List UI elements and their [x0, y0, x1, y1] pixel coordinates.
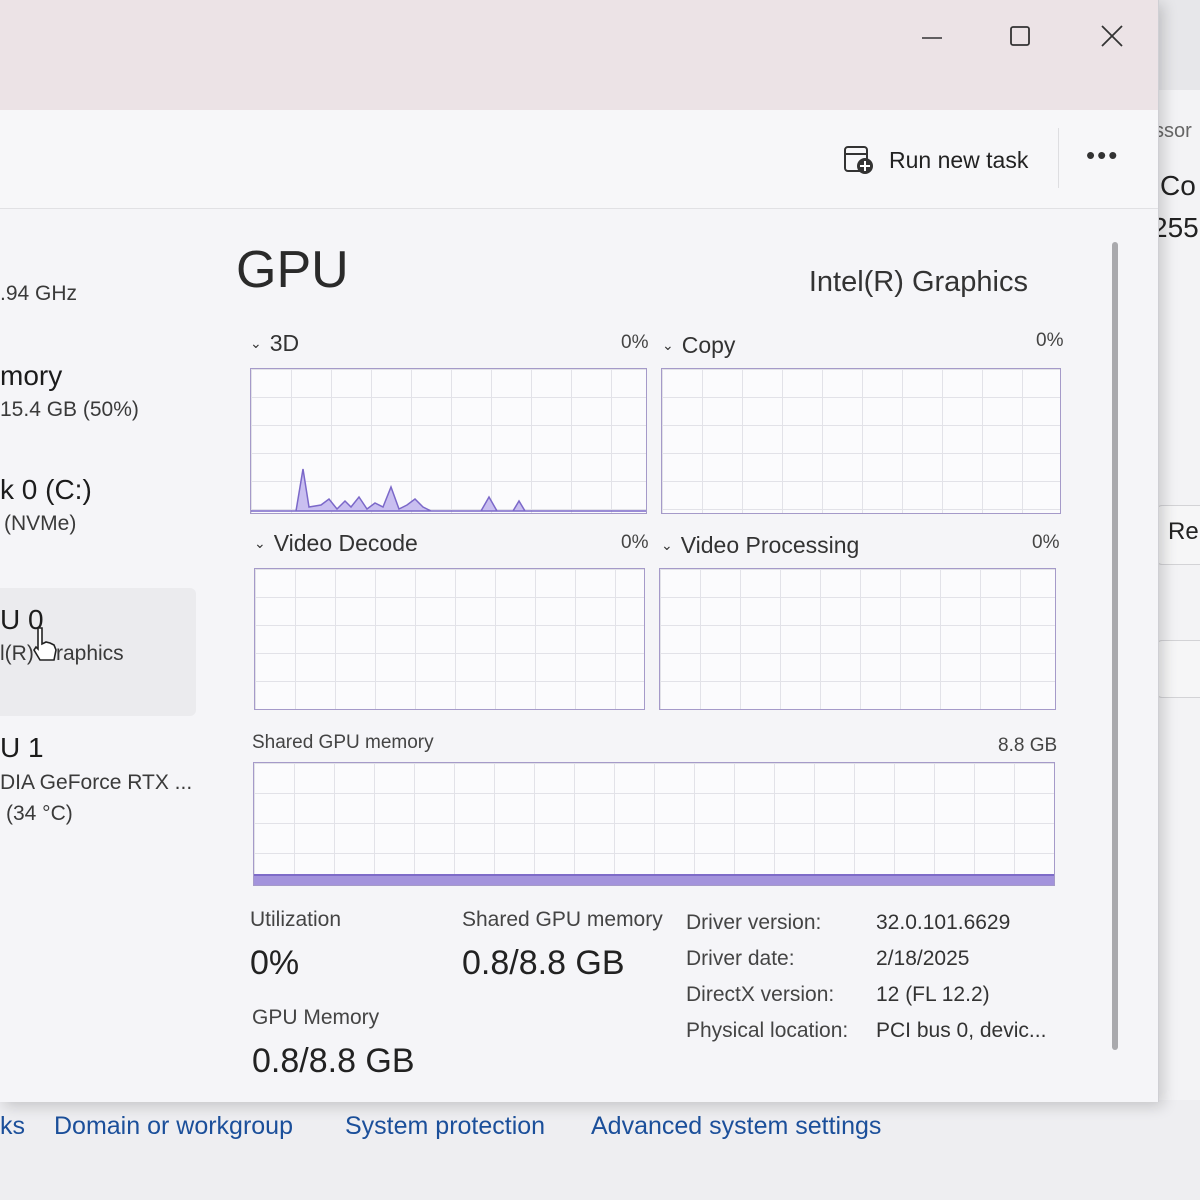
engine-percent-video-processing: 0% — [1032, 532, 1060, 553]
engine-label-copy: Copy — [681, 332, 736, 358]
close-icon — [1101, 25, 1123, 47]
minimize-button[interactable] — [912, 18, 952, 54]
sidebar-gpu0-sub: l(R) Graphics — [0, 642, 124, 665]
link-partial[interactable]: ks — [0, 1112, 25, 1141]
shared-memory-label: Shared GPU memory — [462, 908, 663, 931]
info-key-driver-date: Driver date: — [686, 947, 795, 970]
more-options-button[interactable]: ••• — [1086, 140, 1119, 171]
shared-memory-fill — [254, 874, 1054, 885]
vertical-scrollbar[interactable] — [1112, 242, 1118, 1050]
close-button[interactable] — [1092, 18, 1132, 54]
info-key-physical-location: Physical location: — [686, 1019, 849, 1042]
sidebar-memory-sub: 15.4 GB (50%) — [0, 398, 139, 421]
sidebar-disk-sub: (NVMe) — [4, 512, 77, 535]
sidebar-disk-title: k 0 (C:) — [0, 474, 92, 505]
background-line2: 255 — [1152, 212, 1199, 243]
info-key-driver-version: Driver version: — [686, 911, 822, 934]
info-value-driver-version: 32.0.101.6629 — [876, 911, 1011, 934]
shared-memory-value: 0.8/8.8 GB — [462, 944, 625, 982]
engine-select-3d[interactable]: ⌄ 3D — [250, 330, 299, 357]
engine-select-video-decode[interactable]: ⌄ Video Decode — [254, 530, 418, 557]
background-button-label: Re — [1168, 518, 1199, 545]
graph-video-decode — [254, 568, 645, 710]
graph-video-processing — [659, 568, 1056, 710]
background-line1: Co — [1160, 170, 1196, 201]
gpu-memory-value: 0.8/8.8 GB — [252, 1042, 415, 1080]
run-new-task-label: Run new task — [889, 146, 1029, 173]
graph-3d — [250, 368, 647, 514]
engine-label-video-decode: Video Decode — [273, 530, 418, 556]
engine-label-video-processing: Video Processing — [680, 532, 860, 558]
link-system-protection[interactable]: System protection — [345, 1112, 545, 1141]
task-manager-window: Run new task ••• .94 GHz mory 15.4 GB (5… — [0, 0, 1159, 1102]
hand-cursor-icon — [33, 627, 57, 661]
engine-percent-3d: 0% — [621, 332, 649, 353]
chevron-down-icon: ⌄ — [250, 335, 262, 351]
sidebar-gpu1-temp: (34 °C) — [6, 802, 73, 825]
info-value-driver-date: 2/18/2025 — [876, 947, 970, 970]
chevron-down-icon: ⌄ — [661, 537, 673, 553]
maximize-icon — [1010, 26, 1030, 46]
chevron-down-icon: ⌄ — [254, 535, 266, 551]
minimize-icon — [922, 37, 942, 39]
link-domain-workgroup[interactable]: Domain or workgroup — [54, 1112, 293, 1141]
engine-percent-copy: 0% — [1036, 330, 1064, 351]
utilization-value: 0% — [250, 944, 300, 982]
engine-select-copy[interactable]: ⌄ Copy — [662, 332, 735, 359]
chevron-down-icon: ⌄ — [662, 337, 674, 353]
link-advanced-system-settings[interactable]: Advanced system settings — [591, 1112, 881, 1141]
sidebar-gpu1-sub: DIA GeForce RTX ... — [0, 771, 193, 794]
utilization-label: Utilization — [250, 908, 342, 931]
sidebar-cpu-speed: .94 GHz — [0, 282, 78, 305]
run-task-icon — [844, 146, 873, 174]
info-value-directx-version: 12 (FL 12.2) — [876, 983, 990, 1006]
graph-shared-memory — [253, 762, 1055, 886]
page-title: GPU — [236, 241, 349, 299]
engine-select-video-processing[interactable]: ⌄ Video Processing — [661, 532, 859, 559]
title-bar[interactable] — [0, 0, 1158, 110]
toolbar-separator — [1058, 128, 1059, 188]
adapter-name: Intel(R) Graphics — [808, 266, 1028, 298]
engine-percent-video-decode: 0% — [621, 532, 649, 553]
info-value-physical-location: PCI bus 0, devic... — [876, 1019, 1047, 1042]
background-header: ssor — [1154, 120, 1192, 142]
engine-label-3d: 3D — [269, 330, 300, 356]
sidebar-gpu1-title: U 1 — [0, 732, 44, 763]
shared-memory-graph-max: 8.8 GB — [998, 735, 1058, 756]
graph-copy — [661, 368, 1061, 514]
background-button-2[interactable] — [1156, 640, 1200, 698]
sidebar-memory-title: mory — [0, 360, 63, 391]
maximize-button[interactable] — [1000, 18, 1040, 54]
gpu-memory-label: GPU Memory — [252, 1006, 380, 1029]
shared-memory-graph-label: Shared GPU memory — [252, 732, 434, 753]
graph-3d-series — [251, 468, 646, 512]
run-new-task-button[interactable]: Run new task — [843, 140, 1028, 180]
info-key-directx-version: DirectX version: — [686, 983, 835, 1006]
